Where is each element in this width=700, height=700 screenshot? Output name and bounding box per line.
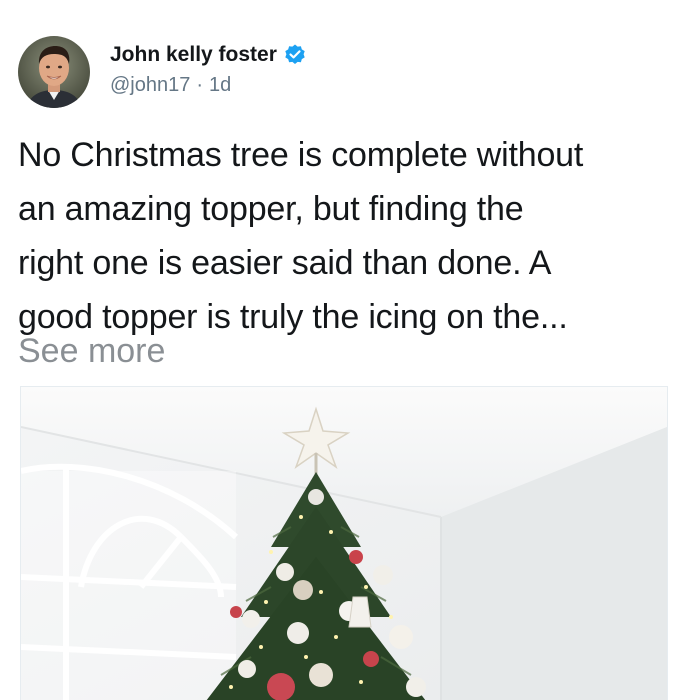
tweet-media-image[interactable] [20,386,668,700]
tweet-card: John kelly foster @john17 · 1d No Christma… [0,0,700,700]
verified-badge-icon [283,43,307,67]
tweet-text-line: an amazing topper, but finding the [18,190,524,228]
avatar[interactable] [18,36,90,108]
author-meta: John kelly foster @john17 · 1d [110,42,307,97]
tweet-text-line: No Christmas tree is complete without [18,136,584,174]
handle-row: @john17 · 1d [110,74,307,97]
display-name[interactable]: John kelly foster [110,43,277,67]
tweet-text: No Christmas tree is complete without an… [18,128,688,344]
tweet-header: John kelly foster @john17 · 1d [18,36,307,110]
timestamp[interactable]: 1d [209,74,231,96]
tweet-text-line: right one is easier said than done. A [18,244,552,282]
separator-dot: · [196,74,204,96]
username-handle[interactable]: @john17 [110,74,190,96]
see-more-link[interactable]: See more [18,326,165,376]
name-row: John kelly foster [110,42,307,68]
